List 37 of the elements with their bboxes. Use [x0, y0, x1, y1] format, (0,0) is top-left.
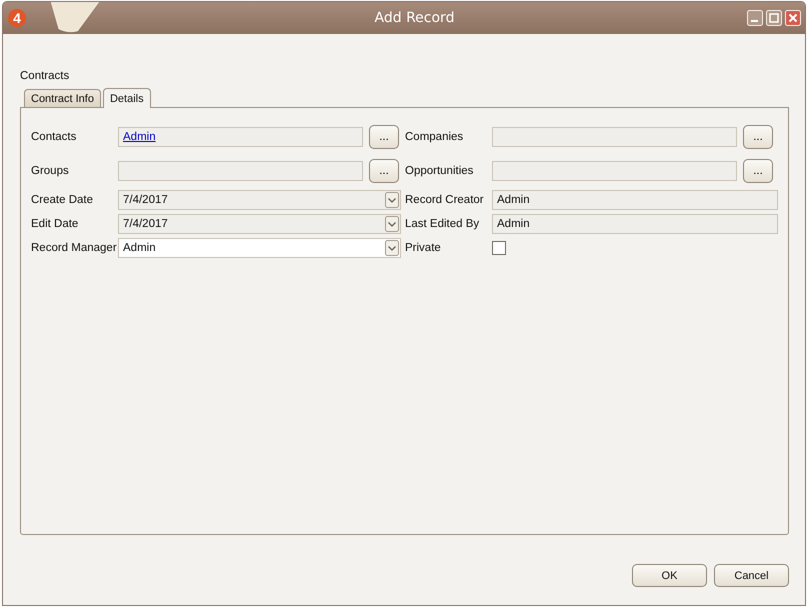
field-value: Admin [497, 218, 530, 230]
app-logo: 4 [8, 9, 26, 27]
field-label: Opportunities [405, 165, 474, 177]
page-curl-icon [50, 2, 100, 34]
lookup-field[interactable]: Admin [118, 127, 363, 147]
checkbox[interactable] [492, 241, 506, 255]
maximize-icon[interactable] [766, 10, 782, 26]
browse-button[interactable]: ... [743, 159, 773, 183]
dropdown-field[interactable]: Admin [118, 238, 401, 258]
minimize-icon[interactable] [747, 10, 763, 26]
lookup-field[interactable] [492, 127, 737, 147]
field-value: Admin [497, 194, 530, 206]
field-label: Groups [31, 165, 70, 177]
field-label: Record Manager [31, 242, 118, 254]
field-value: 7/4/2017 [123, 218, 168, 230]
window-title: Add Record [374, 10, 456, 26]
tab[interactable]: Contract Info [24, 89, 101, 107]
contact-link[interactable]: Admin [123, 131, 156, 143]
close-icon[interactable] [785, 10, 801, 26]
dialog-button[interactable]: Cancel [714, 564, 789, 587]
browse-button[interactable]: ... [369, 125, 399, 149]
field-value: Admin [123, 242, 156, 254]
lookup-field[interactable] [118, 161, 363, 181]
field-label: Last Edited By [405, 218, 480, 230]
field-label: Edit Date [31, 218, 80, 230]
field-label: Private [405, 242, 442, 254]
field-value: 7/4/2017 [123, 194, 168, 206]
browse-button[interactable]: ... [369, 159, 399, 183]
section-label: Contracts [20, 70, 70, 82]
browse-button[interactable]: ... [743, 125, 773, 149]
dialog-button[interactable]: OK [632, 564, 707, 587]
tab[interactable]: Details [102, 88, 151, 108]
lookup-field[interactable] [492, 161, 737, 181]
field-label: Companies [405, 131, 464, 143]
field-label: Contacts [31, 131, 78, 143]
field-label: Record Creator [405, 194, 485, 206]
field-label: Create Date [31, 194, 94, 206]
